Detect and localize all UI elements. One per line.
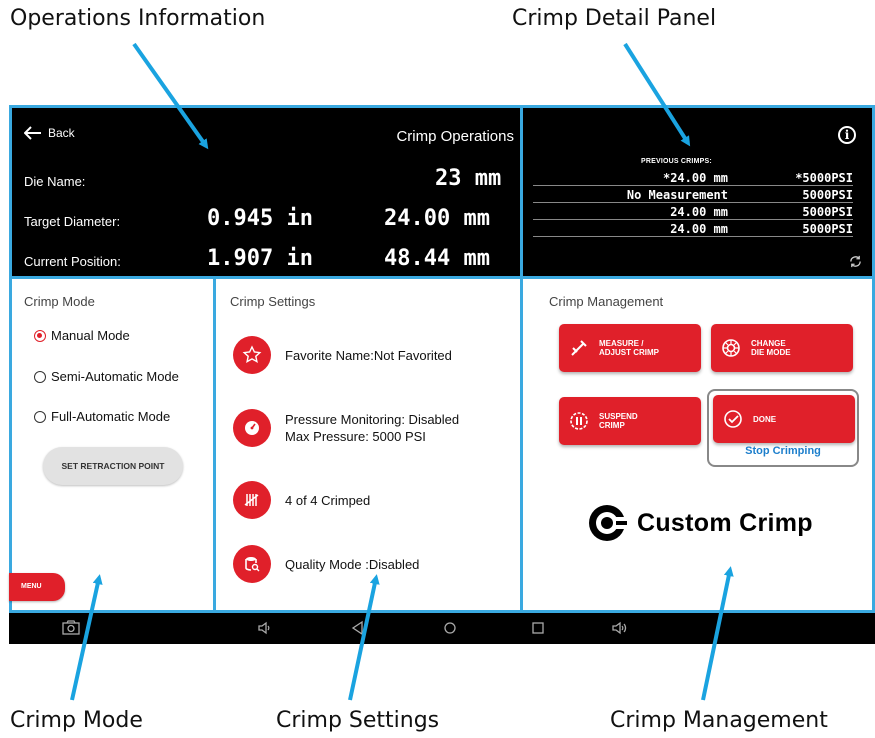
radio-label: Full-Automatic Mode bbox=[51, 409, 171, 424]
radio-label: Manual Mode bbox=[51, 328, 130, 343]
done-button[interactable]: DONE bbox=[713, 395, 855, 443]
radio-label: Semi-Automatic Mode bbox=[51, 369, 179, 384]
current-position-mm: 48.44 mm bbox=[384, 246, 490, 271]
pause-circle-icon bbox=[570, 412, 588, 430]
info-icon[interactable]: i bbox=[838, 126, 856, 144]
callout-crimp-detail-panel: Crimp Detail Panel bbox=[512, 6, 717, 31]
measure-label-2: ADJUST CRIMP bbox=[599, 348, 660, 357]
suspend-label-2: CRIMP bbox=[599, 421, 625, 430]
crimp-count-text: 4 of 4 Crimped bbox=[285, 492, 371, 508]
crimp-mode-panel: Crimp Mode Manual Mode Semi-Automatic Mo… bbox=[9, 276, 216, 613]
previous-crimp-row: 24.00 mm 5000PSI bbox=[533, 204, 853, 220]
stop-crimping-link[interactable]: Stop Crimping bbox=[709, 445, 857, 457]
system-navigation-bar bbox=[9, 613, 875, 644]
suspend-label-1: SUSPEND bbox=[599, 412, 638, 421]
custom-crimp-logo: Custom Crimp bbox=[587, 503, 813, 543]
home-nav-icon[interactable] bbox=[441, 620, 459, 636]
callout-crimp-management: Crimp Management bbox=[610, 708, 828, 733]
measure-adjust-crimp-button[interactable]: MEASURE / ADJUST CRIMP bbox=[559, 324, 701, 372]
radio-semi-automatic-mode[interactable]: Semi-Automatic Mode bbox=[34, 369, 179, 384]
previous-crimp-pressure: *5000PSI bbox=[795, 171, 853, 185]
favorite-setting[interactable]: Favorite Name:Not Favorited bbox=[233, 336, 452, 374]
done-label: DONE bbox=[753, 414, 777, 424]
crimp-app-screen: Back Crimp Operations Die Name: 23 mm Ta… bbox=[9, 105, 875, 644]
die-name-value: 23 mm bbox=[435, 166, 502, 191]
target-diameter-label: Target Diameter: bbox=[24, 214, 121, 229]
crimp-settings-title: Crimp Settings bbox=[230, 294, 316, 309]
pressure-monitoring-text: Pressure Monitoring: Disabled bbox=[285, 412, 460, 427]
done-highlight-box: DONE Stop Crimping bbox=[707, 389, 859, 467]
callout-operations-information: Operations Information bbox=[10, 6, 266, 31]
quality-search-icon bbox=[233, 545, 271, 583]
crimp-management-panel: Crimp Management MEASURE / ADJUST CRIMP C… bbox=[520, 276, 875, 613]
previous-crimps-header: PREVIOUS CRIMPS: bbox=[641, 158, 712, 165]
previous-crimp-row: *24.00 mm *5000PSI bbox=[533, 170, 853, 186]
change-label-1: CHANGE bbox=[751, 339, 786, 348]
change-label-2: DIE MODE bbox=[751, 348, 791, 357]
crimp-detail-panel: i PREVIOUS CRIMPS: *24.00 mm *5000PSI No… bbox=[520, 105, 875, 279]
quality-mode-setting[interactable]: Quality Mode :Disabled bbox=[233, 545, 419, 583]
target-diameter-mm: 24.00 mm bbox=[384, 206, 490, 231]
crimp-settings-panel: Crimp Settings Favorite Name:Not Favorit… bbox=[213, 276, 523, 613]
previous-crimp-pressure: 5000PSI bbox=[802, 222, 853, 236]
volume-down-icon[interactable] bbox=[256, 620, 274, 636]
crimp-count-setting: 4 of 4 Crimped bbox=[233, 481, 370, 519]
callout-crimp-settings: Crimp Settings bbox=[276, 708, 440, 733]
target-diameter-in: 0.945 in bbox=[207, 206, 313, 231]
crimp-mode-title: Crimp Mode bbox=[24, 294, 95, 309]
page-title: Crimp Operations bbox=[396, 128, 514, 145]
current-position-in: 1.907 in bbox=[207, 246, 313, 271]
callout-crimp-mode: Crimp Mode bbox=[10, 708, 143, 733]
operations-information-panel: Back Crimp Operations Die Name: 23 mm Ta… bbox=[9, 105, 523, 279]
measure-label-1: MEASURE / bbox=[599, 339, 644, 348]
radio-manual-mode[interactable]: Manual Mode bbox=[34, 328, 130, 343]
die-name-label: Die Name: bbox=[24, 174, 86, 189]
recents-nav-icon[interactable] bbox=[529, 620, 547, 636]
pressure-monitoring-setting[interactable]: Pressure Monitoring: Disabled Max Pressu… bbox=[233, 409, 459, 447]
previous-crimp-pressure: 5000PSI bbox=[802, 188, 853, 202]
refresh-icon[interactable] bbox=[849, 255, 862, 268]
menu-button[interactable]: MENU bbox=[9, 573, 65, 601]
screenshot-icon[interactable] bbox=[62, 620, 80, 636]
previous-crimp-diameter: *24.00 mm bbox=[662, 171, 728, 185]
previous-crimp-diameter: 24.00 mm bbox=[670, 205, 728, 219]
radio-unselected-icon bbox=[34, 410, 46, 423]
max-pressure-text: Max Pressure: 5000 PSI bbox=[285, 429, 426, 444]
crimp-management-title: Crimp Management bbox=[549, 294, 664, 309]
star-icon bbox=[233, 336, 271, 374]
tally-icon bbox=[233, 481, 271, 519]
previous-crimp-diameter: No Measurement bbox=[626, 188, 728, 202]
favorite-name-text: Favorite Name:Not Favorited bbox=[285, 347, 452, 363]
gauge-icon bbox=[233, 409, 271, 447]
previous-crimp-pressure: 5000PSI bbox=[802, 205, 853, 219]
arrow-left-icon bbox=[24, 126, 41, 140]
suspend-crimp-button[interactable]: SUSPEND CRIMP bbox=[559, 397, 701, 445]
current-position-label: Current Position: bbox=[24, 254, 121, 269]
previous-crimp-row: 24.00 mm 5000PSI bbox=[533, 221, 853, 237]
check-circle-icon bbox=[724, 410, 742, 428]
radio-selected-icon bbox=[34, 329, 46, 342]
back-button[interactable]: Back bbox=[24, 126, 75, 140]
custom-crimp-logo-icon bbox=[589, 505, 627, 541]
previous-crimp-diameter: 24.00 mm bbox=[670, 222, 728, 236]
die-icon bbox=[722, 339, 740, 357]
set-retraction-point-button[interactable]: SET RETRACTION POINT bbox=[43, 447, 183, 485]
quality-mode-text: Quality Mode :Disabled bbox=[285, 556, 420, 572]
volume-up-icon[interactable] bbox=[611, 620, 629, 636]
radio-full-automatic-mode[interactable]: Full-Automatic Mode bbox=[34, 409, 170, 424]
radio-unselected-icon bbox=[34, 370, 46, 383]
back-label: Back bbox=[48, 126, 75, 140]
back-nav-icon[interactable] bbox=[349, 620, 367, 636]
change-die-mode-button[interactable]: CHANGE DIE MODE bbox=[711, 324, 853, 372]
previous-crimp-row: No Measurement 5000PSI bbox=[533, 187, 853, 203]
logo-text: Custom Crimp bbox=[637, 508, 813, 537]
caliper-icon bbox=[571, 340, 587, 356]
